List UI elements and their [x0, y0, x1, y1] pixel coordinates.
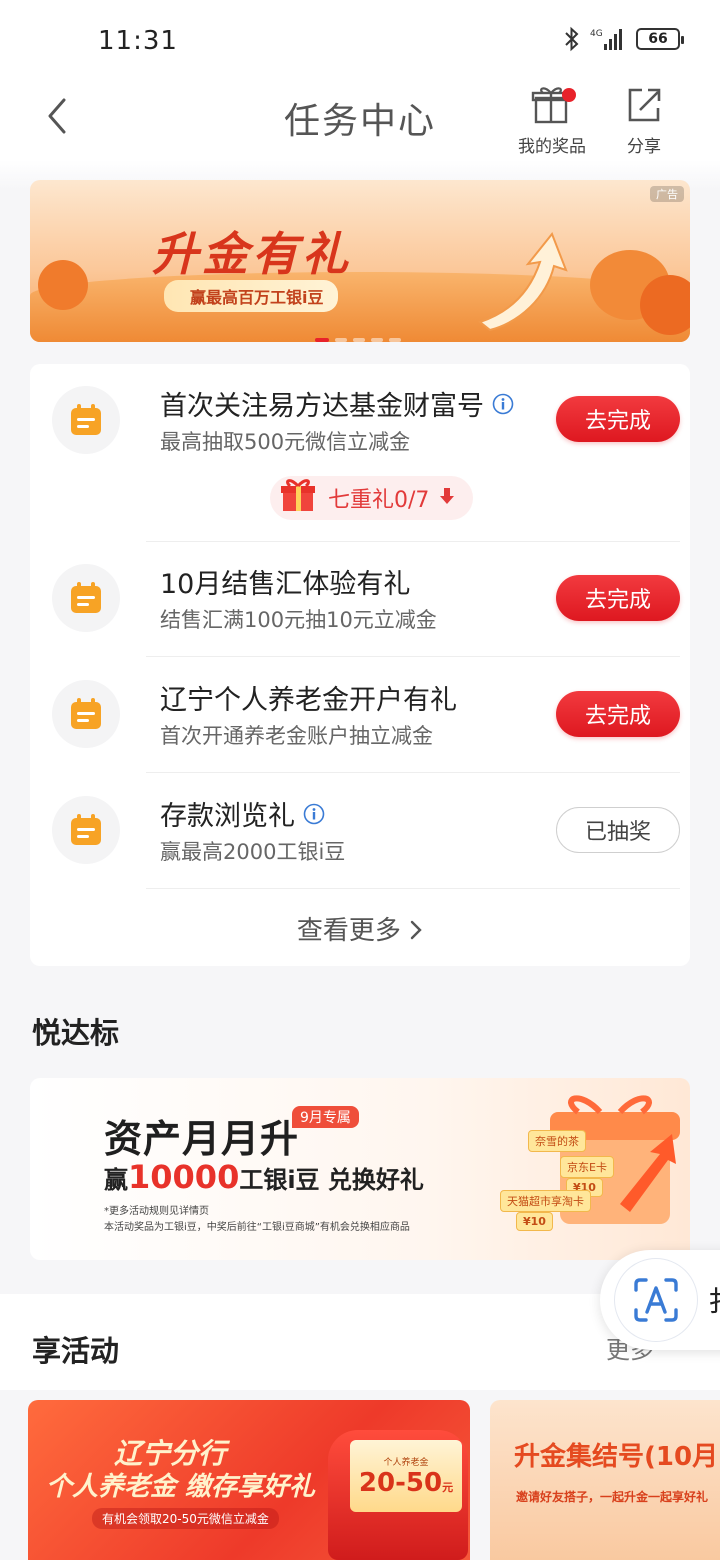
complete-task-button[interactable]: 去完成	[556, 575, 680, 621]
asset-growth-promo[interactable]: 资产月月升 9月专属 赢10000工银i豆 兑换好礼 *更多活动规则见详情页 本…	[30, 1078, 690, 1260]
activity-title: 个人养老金 缴存享好礼	[46, 1472, 316, 1502]
rising-arrow-icon	[477, 232, 568, 332]
share-button[interactable]: 分享	[624, 84, 664, 157]
status-icons: 4G 66	[564, 26, 684, 52]
activity-card-pension[interactable]: 辽宁分行 个人养老金 缴存享好礼 有机会领取20-50元微信立减金 个人养老金 …	[28, 1400, 470, 1560]
task-item: 辽宁个人养老金开户有礼 首次开通养老金账户抽立减金 去完成	[30, 658, 690, 772]
divider	[146, 772, 680, 773]
task-title: 辽宁个人养老金开户有礼	[160, 685, 457, 716]
floating-scan-button[interactable]: 扌	[600, 1250, 720, 1350]
task-subtitle: 结售汇满100元抽10元立减金	[160, 608, 437, 632]
carousel-dot	[335, 338, 347, 342]
carousel-dot	[353, 338, 365, 342]
gift-box-icon	[278, 475, 318, 521]
divider	[146, 888, 680, 889]
task-title: 10月结售汇体验有礼	[160, 569, 411, 600]
activity-title: 升金集结号(10月	[514, 1442, 719, 1472]
task-subtitle: 首次开通养老金账户抽立减金	[160, 724, 433, 748]
my-prizes-label: 我的奖品	[518, 137, 586, 157]
carousel-indicator	[315, 338, 401, 342]
gift-card-chip: 天猫超市享淘卡	[500, 1190, 591, 1212]
task-subtitle: 最高抽取500元微信立减金	[160, 430, 411, 454]
carousel-dot	[315, 338, 329, 342]
battery-icon: 66	[636, 28, 684, 50]
chevron-right-icon	[410, 920, 422, 940]
gift-box-illustration: 奈雪的茶 京东E卡 ¥10 天猫超市享淘卡 ¥10	[500, 1094, 690, 1244]
svg-text:4G: 4G	[590, 29, 603, 39]
activity-card-upgrade[interactable]: 升金集结号(10月 邀请好友搭子，一起升金一起享好礼	[490, 1400, 720, 1560]
promo-note-line: 本活动奖品为工银i豆，中奖后前往“工银i豆商城”有机会兑换相应商品	[104, 1222, 410, 1233]
calendar-icon	[52, 386, 120, 454]
task-title-text: 存款浏览礼	[160, 801, 295, 832]
gift-card-chip: ¥10	[516, 1212, 553, 1231]
promo-title: 资产月月升	[104, 1117, 300, 1161]
carousel-dot	[389, 338, 401, 342]
promo-tag: 9月专属	[292, 1106, 359, 1128]
promo-sub-prefix: 赢	[104, 1166, 128, 1194]
view-more-link[interactable]: 查看更多	[30, 910, 690, 947]
task-list-card: 首次关注易方达基金财富号 最高抽取500元微信立减金 去完成 七重礼0/7 10…	[30, 364, 690, 966]
page-title: 任务中心	[283, 101, 436, 142]
calendar-icon	[52, 796, 120, 864]
status-bar: 11:31 4G 66	[0, 0, 720, 80]
promo-note-line: *更多活动规则见详情页	[104, 1206, 209, 1217]
task-title: 首次关注易方达基金财富号	[160, 384, 514, 423]
task-item: 10月结售汇体验有礼 结售汇满100元抽10元立减金 去完成	[30, 542, 690, 656]
share-label: 分享	[627, 137, 661, 157]
arrow-down-icon	[439, 486, 455, 511]
promo-sub-number: 10000	[128, 1158, 240, 1196]
ad-label: 广告	[650, 186, 684, 202]
signal-icon: 4G	[590, 26, 626, 52]
coupon-ticket: 个人养老金 20-50元	[350, 1440, 462, 1512]
task-item: 存款浏览礼 赢最高2000工银i豆 已抽奖	[30, 774, 690, 888]
info-icon[interactable]	[492, 393, 514, 415]
notification-dot	[562, 88, 576, 102]
divider	[146, 656, 680, 657]
promo-subtitle: 赢10000工银i豆 兑换好礼	[104, 1158, 424, 1196]
banner-title: 升金有礼	[152, 227, 352, 281]
task-title: 存款浏览礼	[160, 794, 325, 833]
gift-icon	[530, 84, 576, 130]
nav-bar: 任务中心 我的奖品 分享	[0, 80, 720, 160]
coupon-label: 个人养老金	[383, 1457, 429, 1468]
share-icon	[624, 84, 664, 130]
coupon-amount: 20-50元	[359, 1468, 453, 1498]
promo-banner[interactable]: 升金有礼 赢最高百万工银i豆 广告	[30, 180, 690, 342]
carousel-dot	[371, 338, 383, 342]
task-title-text: 首次关注易方达基金财富号	[160, 391, 484, 422]
promo-note: *更多活动规则见详情页 本活动奖品为工银i豆，中奖后前往“工银i豆商城”有机会兑…	[104, 1204, 410, 1236]
coupon-amount-value: 20-50	[358, 1467, 443, 1498]
promo-sub-suffix: 工银i豆 兑换好礼	[239, 1166, 424, 1194]
calendar-icon	[52, 680, 120, 748]
view-more-label: 查看更多	[296, 916, 401, 946]
gift-card-chip: 奈雪的茶	[528, 1130, 586, 1152]
gift-card-chip: 京东E卡	[560, 1156, 614, 1178]
activity-note: 有机会领取20-50元微信立减金	[92, 1508, 279, 1529]
banner-tree	[38, 260, 88, 310]
status-time: 11:31	[98, 26, 178, 56]
my-prizes-button[interactable]: 我的奖品	[518, 84, 586, 157]
drawn-status-button[interactable]: 已抽奖	[556, 807, 680, 853]
task-item: 首次关注易方达基金财富号 最高抽取500元微信立减金 去完成 七重礼0/7	[30, 364, 690, 540]
scan-text-icon	[614, 1258, 698, 1342]
complete-task-button[interactable]: 去完成	[556, 691, 680, 737]
coupon-unit: 元	[442, 1480, 454, 1494]
task-subtitle: 赢最高2000工银i豆	[160, 840, 346, 864]
info-icon[interactable]	[303, 803, 325, 825]
seven-gift-label: 七重礼0/7	[328, 488, 430, 513]
calendar-icon	[52, 564, 120, 632]
complete-task-button[interactable]: 去完成	[556, 396, 680, 442]
bluetooth-icon	[564, 26, 580, 52]
banner-subtitle: 赢最高百万工银i豆	[164, 280, 338, 312]
section-title-yuedabiao: 悦达标	[32, 1016, 120, 1050]
section-title-activity: 享活动	[32, 1334, 120, 1368]
seven-gift-badge[interactable]: 七重礼0/7	[270, 475, 474, 521]
activity-subtitle: 邀请好友搭子，一起升金一起享好礼	[516, 1490, 709, 1504]
floating-button-label: 扌	[708, 1280, 720, 1320]
